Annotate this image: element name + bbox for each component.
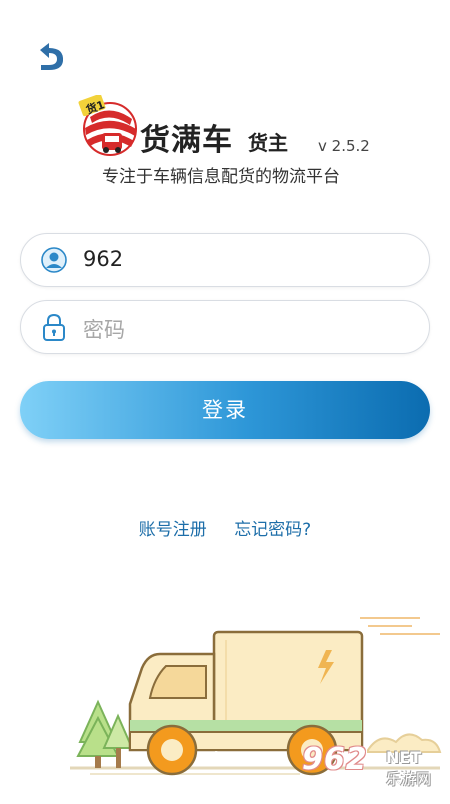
brand-header: 货1 货满车 货主 v 2.5.2 专注于车辆信息配货的物流平台 [78,93,378,190]
brand-role: 货主 [248,131,288,155]
watermark-site: 乐游网 [386,770,432,788]
watermark: 962 NET 乐游网 [302,742,442,792]
brand-name: 货满车 [140,123,233,158]
tree-icon [76,699,134,768]
username-value: 962 [83,247,124,271]
watermark-number: 962 [302,742,368,777]
login-button[interactable]: 登录 [20,381,430,439]
lock-icon [41,313,67,341]
password-placeholder: 密码 [83,318,125,342]
watermark-net: NET [386,748,422,767]
back-arrow-icon [40,43,64,70]
app-version: v 2.5.2 [318,137,370,155]
app-logo: 货1 [78,93,138,157]
slogan: 专注于车辆信息配货的物流平台 [102,167,340,187]
back-button[interactable] [30,40,70,76]
username-field[interactable]: 962 [20,233,430,287]
auth-links: 账号注册 忘记密码? [0,515,450,540]
register-link[interactable]: 账号注册 [139,520,207,540]
forgot-password-link[interactable]: 忘记密码? [234,520,311,540]
password-field[interactable]: 密码 [20,300,430,354]
user-icon [41,246,67,274]
